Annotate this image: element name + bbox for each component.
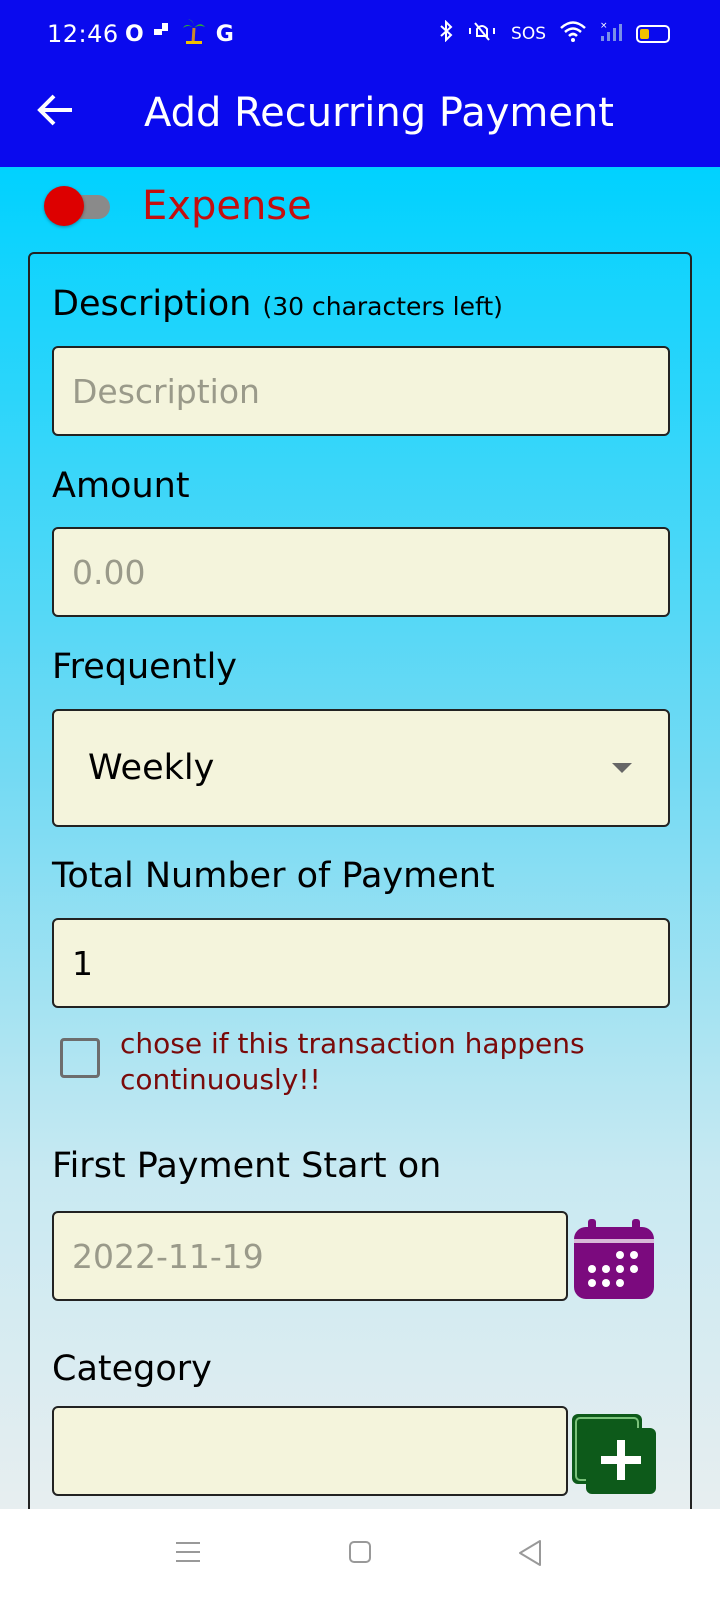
- top-bar: 12:46 O G SOS × Add Recurring Payment: [0, 0, 720, 167]
- app-bar: Add Recurring Payment: [0, 72, 720, 167]
- nav-back-icon[interactable]: [518, 1539, 542, 1567]
- amount-input[interactable]: [72, 552, 668, 592]
- system-nav-bar: [0, 1509, 720, 1600]
- sos-label: SOS: [511, 23, 546, 44]
- expense-toggle-row: Expense: [44, 181, 312, 231]
- start-date-label: First Payment Start on: [52, 1146, 442, 1186]
- google-icon: G: [215, 21, 234, 47]
- continuous-option: chose if this transaction happens contin…: [60, 1026, 620, 1098]
- amount-field[interactable]: [52, 527, 670, 617]
- notification-icon: [153, 22, 172, 47]
- wifi-icon: [560, 20, 586, 47]
- transaction-type-label: Expense: [142, 183, 312, 229]
- description-field[interactable]: [52, 346, 670, 436]
- status-bar: 12:46 O G SOS ×: [0, 0, 720, 72]
- frequency-selected: Weekly: [88, 748, 215, 788]
- signal-icon: ×: [600, 20, 622, 47]
- income-expense-switch[interactable]: [44, 186, 110, 226]
- bluetooth-icon: [439, 19, 453, 47]
- add-category-icon[interactable]: [572, 1414, 656, 1494]
- total-payments-field[interactable]: 1: [52, 918, 670, 1008]
- status-time: 12:46: [47, 20, 119, 48]
- form-card: Description (30 characters left) Amount …: [28, 252, 692, 1509]
- dropdown-arrow-icon: [612, 763, 632, 773]
- page-title: Add Recurring Payment: [144, 90, 614, 136]
- calendar-icon[interactable]: [572, 1219, 656, 1299]
- frequency-dropdown[interactable]: Weekly: [52, 709, 670, 827]
- home-icon[interactable]: [349, 1541, 371, 1563]
- start-date-field[interactable]: [52, 1211, 568, 1301]
- total-payments-value: 1: [72, 943, 93, 983]
- category-label: Category: [52, 1349, 212, 1389]
- switch-thumb: [44, 186, 84, 226]
- category-field[interactable]: [52, 1406, 568, 1496]
- description-label: Description (30 characters left): [52, 284, 503, 324]
- total-payments-label: Total Number of Payment: [52, 856, 495, 896]
- continuous-checkbox[interactable]: [60, 1038, 100, 1078]
- palm-tree-icon: [182, 18, 206, 50]
- opera-icon: O: [125, 21, 144, 47]
- back-arrow-icon[interactable]: [36, 90, 76, 130]
- amount-label: Amount: [52, 466, 190, 506]
- recent-apps-icon[interactable]: [176, 1542, 200, 1562]
- svg-text:×: ×: [600, 21, 608, 31]
- description-char-count: (30 characters left): [262, 292, 503, 321]
- description-label-text: Description: [52, 284, 252, 324]
- description-input[interactable]: [72, 371, 668, 411]
- notification-icons: O G: [125, 18, 234, 50]
- form-screen: Expense Description (30 characters left)…: [0, 167, 720, 1509]
- battery-icon: [636, 24, 670, 43]
- start-date-input[interactable]: [72, 1236, 566, 1276]
- frequency-label: Frequently: [52, 647, 238, 687]
- system-icons: SOS ×: [439, 19, 670, 47]
- vibrate-mute-icon: [467, 20, 497, 47]
- continuous-label: chose if this transaction happens contin…: [120, 1027, 585, 1096]
